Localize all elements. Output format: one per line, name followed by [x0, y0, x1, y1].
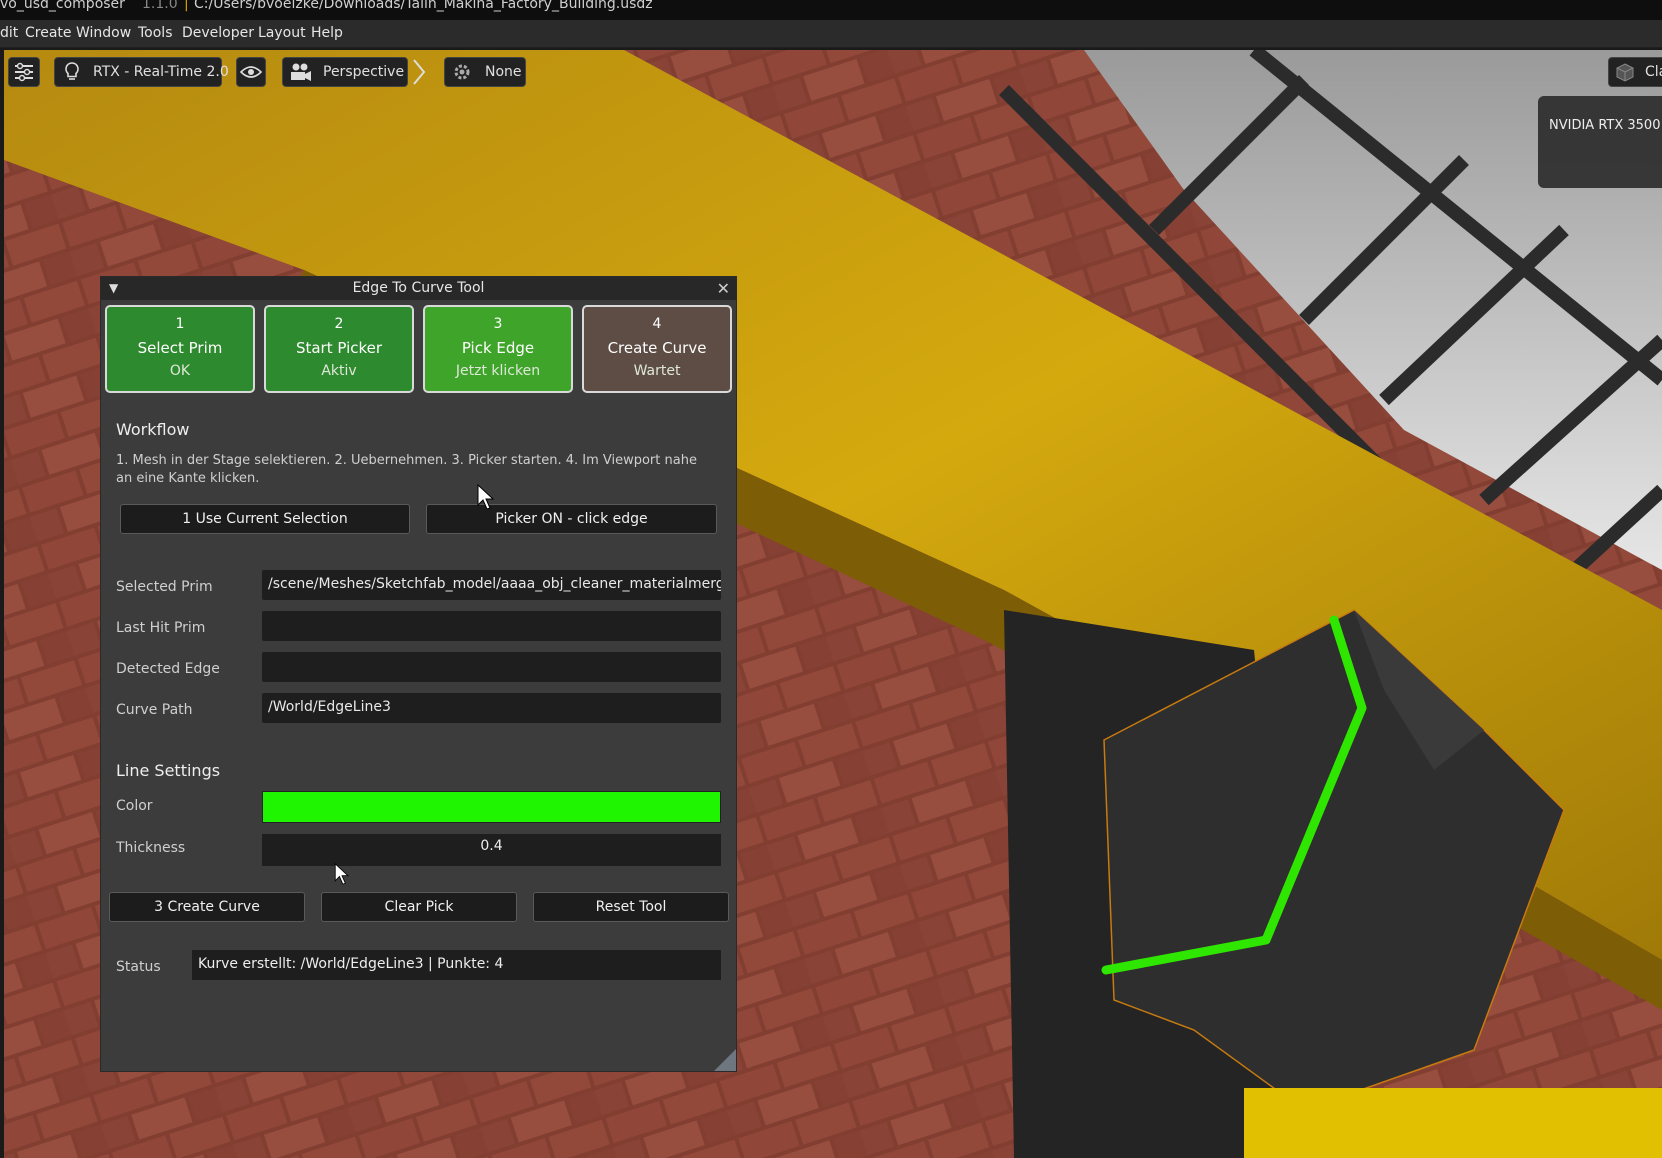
last-hit-prim-label: Last Hit Prim	[116, 620, 206, 636]
renderer-button[interactable]: RTX - Real-Time 2.0	[54, 57, 229, 87]
step-2-start-picker[interactable]: 2 Start Picker Aktiv	[264, 305, 414, 393]
step-title: Pick Edge	[461, 339, 535, 357]
menu-help[interactable]: Help	[311, 25, 343, 41]
cloud-render-button[interactable]: Cla	[1608, 57, 1662, 87]
menu-developer[interactable]: Developer	[182, 25, 254, 41]
cube-icon	[1615, 62, 1635, 82]
last-hit-prim-field[interactable]	[262, 611, 721, 641]
visibility-button[interactable]	[236, 57, 266, 87]
menu-create[interactable]: Create	[25, 25, 72, 41]
eye-icon	[240, 64, 262, 80]
step-state: Aktiv	[321, 363, 357, 379]
thickness-slider[interactable]: 0.4	[262, 834, 721, 866]
step-number: 3	[493, 316, 503, 332]
app-version: 1.1.0	[142, 0, 178, 12]
color-label: Color	[116, 798, 153, 814]
thickness-label: Thickness	[116, 840, 186, 856]
step-4-create-curve[interactable]: 4 Create Curve Wartet	[582, 305, 732, 393]
viewport-settings-dropdown[interactable]: None	[444, 57, 526, 87]
cloud-render-label: Cla	[1645, 64, 1662, 80]
step-title: Start Picker	[295, 339, 383, 357]
edge-to-curve-tool-window: ▼ Edge To Curve Tool ✕ 1 Select Prim OK …	[100, 276, 737, 1072]
gear-icon	[451, 61, 473, 83]
curve-path-label: Curve Path	[116, 702, 193, 718]
step-number: 1	[175, 316, 185, 332]
close-icon[interactable]: ✕	[717, 277, 730, 300]
mouse-cursor-icon	[477, 483, 495, 514]
curve-path-field[interactable]: /World/EdgeLine3	[262, 693, 721, 723]
camera-icon	[289, 62, 313, 82]
settings-sliders-icon	[13, 62, 35, 82]
line-color-swatch[interactable]	[262, 791, 721, 823]
menu-window[interactable]: Window	[76, 25, 131, 41]
step-1-select-prim[interactable]: 1 Select Prim OK	[105, 305, 255, 393]
chevron-right-icon	[411, 58, 427, 86]
clear-pick-button[interactable]: Clear Pick	[321, 892, 517, 922]
menu-bar: dit Create Window Tools Developer Layout…	[0, 20, 1662, 48]
status-label: Status	[116, 959, 161, 975]
detected-edge-label: Detected Edge	[116, 661, 220, 677]
settings-value: None	[485, 64, 522, 80]
step-title: Create Curve	[607, 339, 707, 357]
step-state: OK	[169, 363, 191, 379]
workflow-description: 1. Mesh in der Stage selektieren. 2. Ueb…	[116, 453, 697, 486]
detected-edge-field[interactable]	[262, 652, 721, 682]
step-number: 4	[652, 316, 662, 332]
window-title-bar: vo_usd_composer 1.1.0 | C:/Users/bvoelzk…	[0, 0, 1662, 20]
camera-label: Perspective	[323, 64, 405, 80]
gpu-label: NVIDIA RTX 3500	[1549, 118, 1661, 133]
menu-edit[interactable]: dit	[0, 25, 18, 41]
viewport-settings-button[interactable]	[8, 57, 40, 87]
selected-prim-field[interactable]: /scene/Meshes/Sketchfab_model/aaaa_obj_c…	[262, 570, 721, 600]
menu-tools[interactable]: Tools	[138, 25, 173, 41]
renderer-label: RTX - Real-Time 2.0	[93, 64, 229, 80]
workflow-heading: Workflow	[116, 420, 190, 439]
resize-grip[interactable]	[714, 1049, 736, 1071]
toolbar-expand-button[interactable]	[410, 57, 428, 87]
collapse-triangle-icon[interactable]: ▼	[109, 277, 118, 300]
step-3-pick-edge[interactable]: 3 Pick Edge Jetzt klicken	[423, 305, 573, 393]
lightbulb-icon	[63, 61, 81, 83]
reset-tool-button[interactable]: Reset Tool	[533, 892, 729, 922]
status-field: Kurve erstellt: /World/EdgeLine3 | Punkt…	[192, 950, 721, 980]
tool-title-bar[interactable]: ▼ Edge To Curve Tool ✕	[101, 277, 736, 300]
selected-prim-label: Selected Prim	[116, 579, 213, 595]
menu-layout[interactable]: Layout	[258, 25, 306, 41]
picker-toggle-button[interactable]: Picker ON - click edge	[426, 504, 717, 534]
gpu-info-panel: NVIDIA RTX 3500	[1538, 96, 1662, 188]
camera-button[interactable]: Perspective	[282, 57, 408, 87]
mouse-cursor-icon	[334, 862, 350, 889]
step-state: Jetzt klicken	[455, 363, 541, 379]
step-title: Select Prim	[137, 339, 223, 357]
file-path: C:/Users/bvoelzke/Downloads/Talin_Makina…	[194, 0, 653, 12]
title-separator: |	[184, 0, 189, 12]
use-current-selection-button[interactable]: 1 Use Current Selection	[120, 504, 410, 534]
tool-title: Edge To Curve Tool	[352, 280, 485, 296]
step-state: Wartet	[633, 363, 681, 379]
step-number: 2	[334, 316, 344, 332]
app-name: vo_usd_composer	[0, 0, 125, 12]
create-curve-button[interactable]: 3 Create Curve	[109, 892, 305, 922]
line-settings-heading: Line Settings	[116, 761, 221, 780]
